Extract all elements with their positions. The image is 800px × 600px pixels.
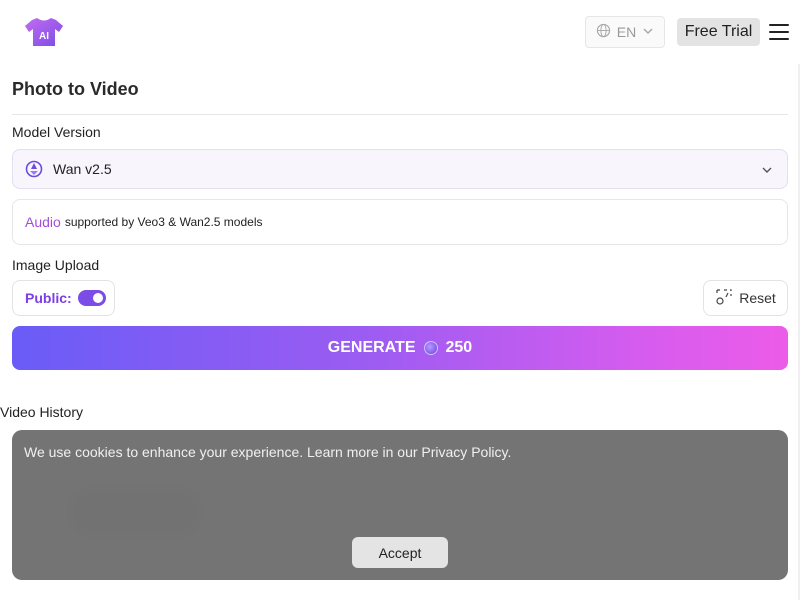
menu-icon[interactable] xyxy=(769,24,789,40)
language-selector[interactable]: EN xyxy=(585,16,665,48)
audio-support-note: Audio supported by Veo3 & Wan2.5 models xyxy=(12,199,788,245)
audio-note-text: supported by Veo3 & Wan2.5 models xyxy=(64,215,263,229)
chevron-down-icon xyxy=(642,24,654,40)
model-version-select[interactable]: Wan v2.5 xyxy=(12,149,788,189)
chevron-down-icon xyxy=(761,163,773,175)
model-icon xyxy=(25,160,43,178)
accept-cookies-button[interactable]: Accept xyxy=(352,537,448,568)
globe-icon xyxy=(596,23,611,41)
public-toggle-container[interactable]: Public: xyxy=(12,280,115,316)
model-version-label: Model Version xyxy=(12,124,101,140)
video-history-label: Video History xyxy=(0,404,84,420)
public-label: Public: xyxy=(25,290,72,306)
header: AI EN Free Trial xyxy=(0,0,800,64)
generate-button[interactable]: GENERATE 250 xyxy=(12,326,788,370)
language-label: EN xyxy=(616,24,637,40)
audio-highlight: Audio xyxy=(25,214,61,230)
reset-button[interactable]: Reset xyxy=(703,280,788,316)
title-divider xyxy=(12,114,788,115)
model-selected-value: Wan v2.5 xyxy=(53,161,112,177)
reset-icon xyxy=(715,288,733,309)
cookie-message: We use cookies to enhance your experienc… xyxy=(24,444,512,460)
page-title: Photo to Video xyxy=(12,79,139,99)
reset-label: Reset xyxy=(739,290,776,306)
image-upload-label: Image Upload xyxy=(12,257,100,273)
free-trial-button[interactable]: Free Trial xyxy=(677,18,760,46)
cookie-banner: We use cookies to enhance your experienc… xyxy=(12,430,788,580)
generate-credits: 250 xyxy=(445,339,473,356)
generate-label: GENERATE xyxy=(327,339,416,356)
tshirt-logo-icon[interactable]: AI xyxy=(24,16,64,48)
logo-text: AI xyxy=(39,31,49,42)
credit-icon xyxy=(423,341,438,355)
public-toggle[interactable] xyxy=(77,290,106,306)
